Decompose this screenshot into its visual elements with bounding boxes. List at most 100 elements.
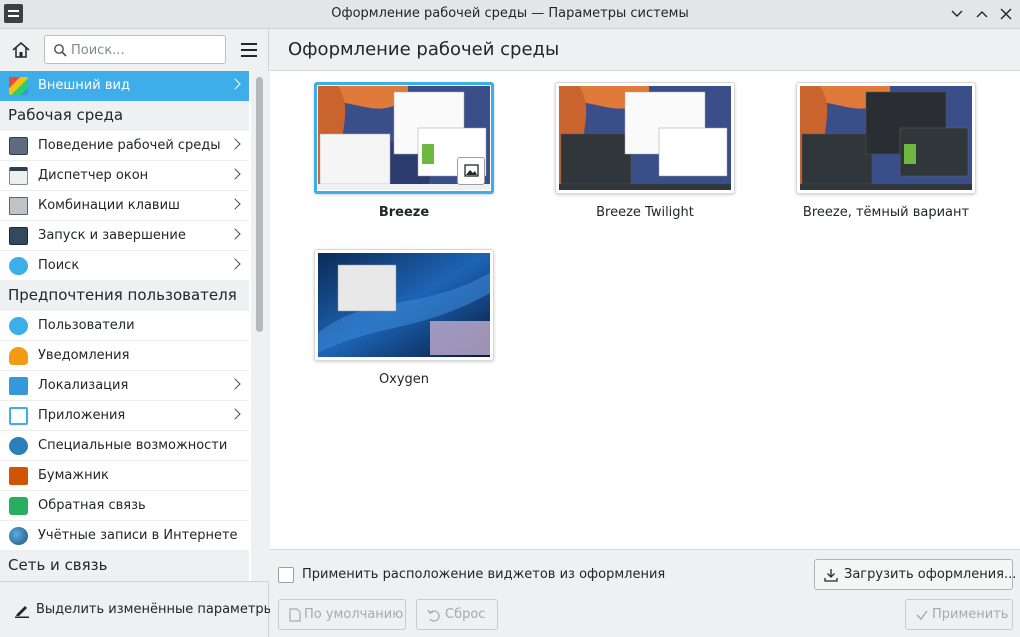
apply-button[interactable]: Применить	[905, 599, 1013, 630]
sidebar-item[interactable]: Бумажник	[0, 461, 249, 491]
sidebar-item-label: Комбинации клавиш	[38, 198, 180, 213]
oxygen-preview-image	[318, 253, 490, 357]
sidebar-item-label: Внешний вид	[38, 78, 130, 93]
hamburger-menu-icon	[241, 55, 257, 57]
minimize-button[interactable]	[947, 4, 967, 24]
sidebar-item[interactable]: Специальные возможности	[0, 431, 249, 461]
highlighter-pen-icon	[15, 606, 29, 618]
apply-label: Применить	[932, 607, 1009, 622]
undo-icon	[427, 609, 440, 622]
sidebar-item[interactable]: Локализация	[0, 371, 249, 401]
sidebar-item[interactable]: Внешний вид	[0, 71, 249, 101]
defaults-button[interactable]: По умолчанию	[278, 599, 406, 630]
theme-name: Breeze Twilight	[596, 205, 694, 220]
sidebar-item[interactable]: Обратная связь	[0, 491, 249, 521]
maximize-button[interactable]	[972, 4, 992, 24]
hamburger-menu-button[interactable]	[236, 37, 262, 63]
window-title: Оформление рабочей среды — Параметры сис…	[331, 6, 689, 21]
download-themes-button[interactable]: Загрузить оформления...	[814, 559, 1016, 590]
sidebar-item-label: Запуск и завершение	[38, 228, 186, 243]
sidebar-item-label: Диспетчер окон	[38, 168, 149, 183]
sidebar-category: Сеть и связь	[0, 551, 249, 581]
close-icon	[1000, 8, 1012, 20]
sidebar-category: Предпочтения пользователя	[0, 281, 249, 311]
sidebar-item[interactable]: Комбинации клавиш	[0, 191, 249, 221]
breeze-dark-preview-image	[800, 86, 972, 190]
chevron-right-icon	[229, 138, 241, 150]
sidebar-item[interactable]: Диспетчер окон	[0, 161, 249, 191]
sidebar-item-label: Приложения	[38, 408, 126, 423]
theme-name: Oxygen	[378, 372, 430, 387]
search-field[interactable]	[44, 35, 226, 64]
reset-button[interactable]: Сброс	[416, 599, 498, 630]
sidebar-item-label: Специальные возможности	[38, 438, 228, 453]
sidebar-item[interactable]: Учётные записи в Интернете	[0, 521, 249, 551]
theme-name: Breeze	[378, 205, 430, 220]
sidebar-scrollbar-thumb[interactable]	[256, 77, 263, 332]
chevron-right-icon	[229, 378, 241, 390]
theme-preview-image	[800, 86, 972, 190]
theme-preview-frame	[555, 82, 735, 194]
main-panel: Оформление рабочей среды Breeze Breeze T…	[270, 29, 1020, 637]
chevron-right-icon	[229, 258, 241, 270]
chevron-right-icon	[229, 168, 241, 180]
chevron-right-icon	[229, 78, 241, 90]
sidebar-item-label: Локализация	[38, 378, 129, 393]
search-settings-icon	[9, 257, 28, 275]
sidebar-item-label: Поведение рабочей среды	[38, 138, 221, 153]
chevron-right-icon	[229, 198, 241, 210]
main-header: Оформление рабочей среды	[270, 29, 1020, 71]
sidebar-item[interactable]: Пользователи	[0, 311, 249, 341]
sidebar-item[interactable]: Поведение рабочей среды	[0, 131, 249, 161]
chevron-right-icon	[229, 408, 241, 420]
sidebar-footer: Выделить изменённые параметры	[0, 581, 274, 637]
chevron-up-icon	[976, 11, 988, 18]
document-defaults-icon	[289, 608, 301, 622]
hamburger-menu-icon	[241, 49, 257, 51]
close-button[interactable]	[996, 4, 1016, 24]
startup-shutdown-icon	[9, 227, 28, 245]
checkmark-icon	[916, 610, 928, 621]
hamburger-menu-icon	[241, 43, 257, 45]
title-bar: Оформление рабочей среды — Параметры сис…	[0, 0, 1020, 29]
sidebar-item[interactable]: Запуск и завершение	[0, 221, 249, 251]
sidebar-item[interactable]: Поиск	[0, 251, 249, 281]
sidebar: Внешний вид Рабочая среда Поведение рабоче…	[0, 29, 274, 637]
search-input[interactable]	[71, 40, 221, 60]
highlight-changed-settings-label: Выделить изменённые параметры	[36, 602, 274, 617]
sidebar-category-label: Сеть и связь	[8, 556, 108, 574]
apply-layout-label: Применить расположение виджетов из оформ…	[302, 567, 666, 582]
sidebar-item-label: Пользователи	[38, 318, 135, 333]
appearance-icon	[9, 77, 28, 95]
download-icon	[824, 569, 838, 582]
chevron-down-icon	[951, 10, 963, 17]
sidebar-item-label: Уведомления	[38, 348, 130, 363]
localization-icon	[9, 377, 28, 395]
sidebar-header	[0, 29, 269, 71]
image-preview-icon	[464, 164, 479, 177]
home-button[interactable]	[6, 35, 36, 65]
preview-button[interactable]	[457, 157, 485, 185]
keyboard-icon	[9, 197, 28, 215]
bell-icon	[9, 347, 28, 365]
theme-preview-image	[559, 86, 731, 190]
accessibility-icon	[9, 437, 28, 455]
sidebar-category-label: Предпочтения пользователя	[8, 286, 237, 304]
bottom-controls: Применить расположение виджетов из оформ…	[270, 549, 1020, 637]
highlight-changed-settings-button[interactable]: Выделить изменённые параметры	[6, 596, 274, 624]
sidebar-category: Рабочая среда	[0, 101, 249, 131]
sidebar-item[interactable]: Уведомления	[0, 341, 249, 371]
sidebar-list: Внешний вид Рабочая среда Поведение рабоче…	[0, 71, 251, 581]
globe-icon	[9, 527, 28, 545]
page-title: Оформление рабочей среды	[288, 39, 560, 60]
chevron-right-icon	[229, 228, 241, 240]
applications-icon	[9, 407, 28, 425]
sidebar-item-label: Обратная связь	[38, 498, 146, 513]
breeze-twilight-preview-image	[559, 86, 731, 190]
users-icon	[9, 317, 28, 335]
defaults-label: По умолчанию	[304, 607, 404, 622]
theme-preview-image	[318, 253, 490, 357]
sidebar-item[interactable]: Приложения	[0, 401, 249, 431]
apply-layout-checkbox[interactable]	[278, 567, 294, 583]
sidebar-category-label: Рабочая среда	[8, 106, 124, 124]
